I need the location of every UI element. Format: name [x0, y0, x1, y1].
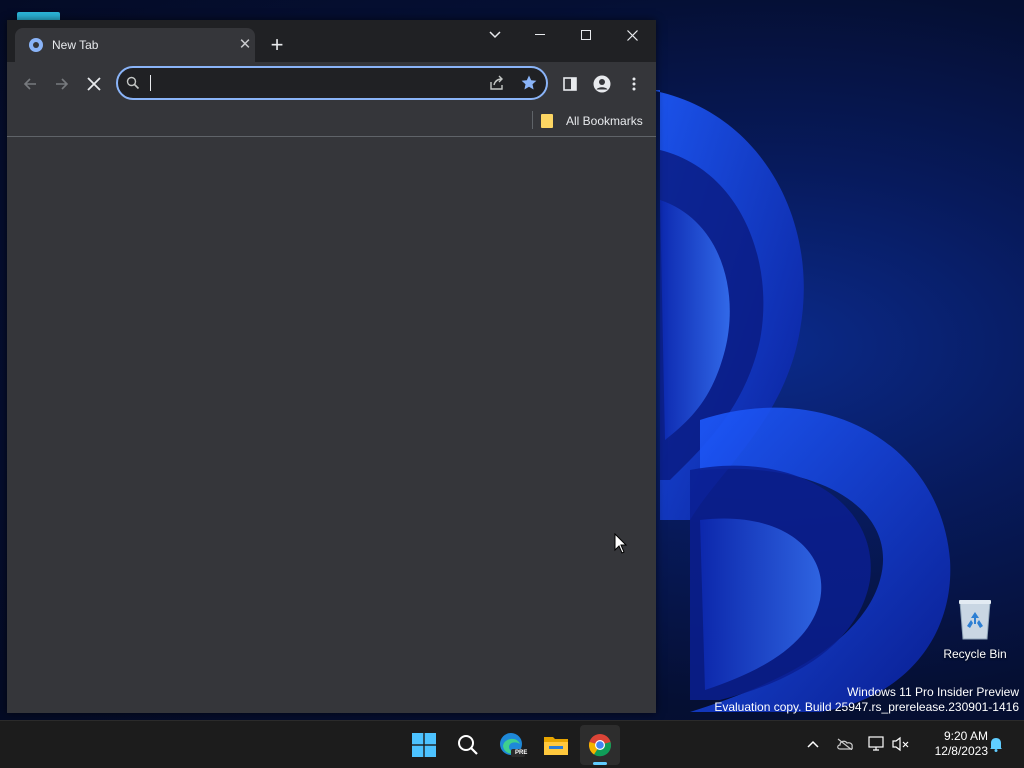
minimize-icon	[535, 34, 545, 35]
menu-button[interactable]	[620, 70, 648, 98]
recycle-bin-label: Recycle Bin	[943, 647, 1007, 661]
windows-logo-icon	[412, 733, 436, 757]
notifications-button[interactable]	[985, 733, 1007, 755]
side-panel-button[interactable]	[556, 70, 584, 98]
close-icon	[87, 77, 101, 91]
title-bar[interactable]: New Tab ✕ +	[7, 20, 656, 62]
clock-time: 9:20 AM	[943, 729, 988, 743]
maximize-icon	[581, 30, 591, 40]
address-bar[interactable]	[116, 66, 548, 100]
chrome-taskbar-button[interactable]	[580, 725, 620, 765]
close-icon	[626, 29, 638, 41]
taskbar-clock[interactable]: 9:20 AM 12/8/2023	[918, 729, 988, 759]
search-icon	[458, 735, 478, 755]
file-explorer-button[interactable]	[536, 725, 576, 765]
volume-tray-button[interactable]	[890, 733, 912, 755]
tab-title: New Tab	[52, 38, 99, 52]
new-tab-button[interactable]: +	[265, 34, 289, 58]
minimize-button[interactable]	[517, 20, 563, 50]
browser-window: New Tab ✕ + All Bookmarks	[7, 20, 656, 713]
address-input[interactable]	[150, 72, 484, 96]
clock-date: 12/8/2023	[934, 744, 988, 758]
mouse-cursor-icon	[614, 533, 628, 554]
folder-icon	[541, 114, 553, 128]
tab-new-tab[interactable]: New Tab ✕	[15, 28, 255, 62]
bookmarks-bar: All Bookmarks	[7, 106, 656, 137]
bookmark-star-icon[interactable]	[520, 74, 538, 92]
tab-close-icon[interactable]: ✕	[237, 37, 253, 53]
folder-icon	[544, 737, 568, 755]
recycle-bin-desktop-icon[interactable]: Recycle Bin	[940, 596, 1010, 666]
show-hidden-icons-button[interactable]	[802, 733, 824, 755]
chrome-favicon-icon	[29, 38, 43, 52]
arrow-right-icon	[56, 78, 69, 90]
bookmarks-divider	[532, 111, 533, 129]
chevron-down-icon	[489, 31, 501, 39]
bell-icon	[990, 738, 1002, 752]
all-bookmarks-label: All Bookmarks	[566, 114, 643, 128]
tab-search-button[interactable]	[472, 20, 518, 50]
cloud-offline-icon	[837, 738, 853, 750]
edge-pre-badge: PRE	[515, 750, 528, 756]
volume-muted-icon	[892, 736, 909, 752]
network-tray-button[interactable]	[866, 733, 888, 755]
all-bookmarks-button[interactable]: All Bookmarks	[541, 110, 643, 132]
chrome-icon	[588, 734, 612, 757]
edge-preview-button[interactable]: PRE	[492, 725, 532, 765]
stop-loading-button[interactable]	[80, 70, 108, 98]
back-button[interactable]	[16, 70, 44, 98]
recycle-bin-icon	[959, 600, 991, 640]
chevron-up-icon	[807, 740, 819, 748]
text-caret	[150, 75, 151, 91]
search-icon	[126, 76, 140, 90]
desktop: New Tab ✕ + All Bookmarks Recycle Bin Wi…	[0, 0, 1024, 768]
taskbar-search-button[interactable]	[448, 725, 488, 765]
watermark-line-1: Windows 11 Pro Insider Preview	[847, 685, 1019, 699]
taskbar: PRE 9:20 AM 12/8/2023	[0, 720, 1024, 768]
running-indicator	[593, 762, 607, 765]
start-button[interactable]	[404, 725, 444, 765]
profile-button[interactable]	[588, 70, 616, 98]
windows-watermark: Windows 11 Pro Insider Preview Evaluatio…	[714, 685, 1019, 715]
forward-button[interactable]	[48, 70, 76, 98]
onedrive-tray-button[interactable]	[834, 733, 856, 755]
watermark-line-2: Evaluation copy. Build 25947.rs_prerelea…	[714, 700, 1019, 714]
profile-icon	[593, 75, 611, 93]
side-panel-icon	[563, 77, 577, 91]
page-content[interactable]	[7, 137, 656, 713]
arrow-left-icon	[23, 78, 36, 90]
toolbar	[7, 62, 656, 106]
close-window-button[interactable]	[609, 20, 655, 50]
network-icon	[868, 736, 884, 751]
kebab-menu-icon	[632, 77, 636, 91]
share-icon[interactable]	[488, 74, 506, 92]
maximize-button[interactable]	[563, 20, 609, 50]
